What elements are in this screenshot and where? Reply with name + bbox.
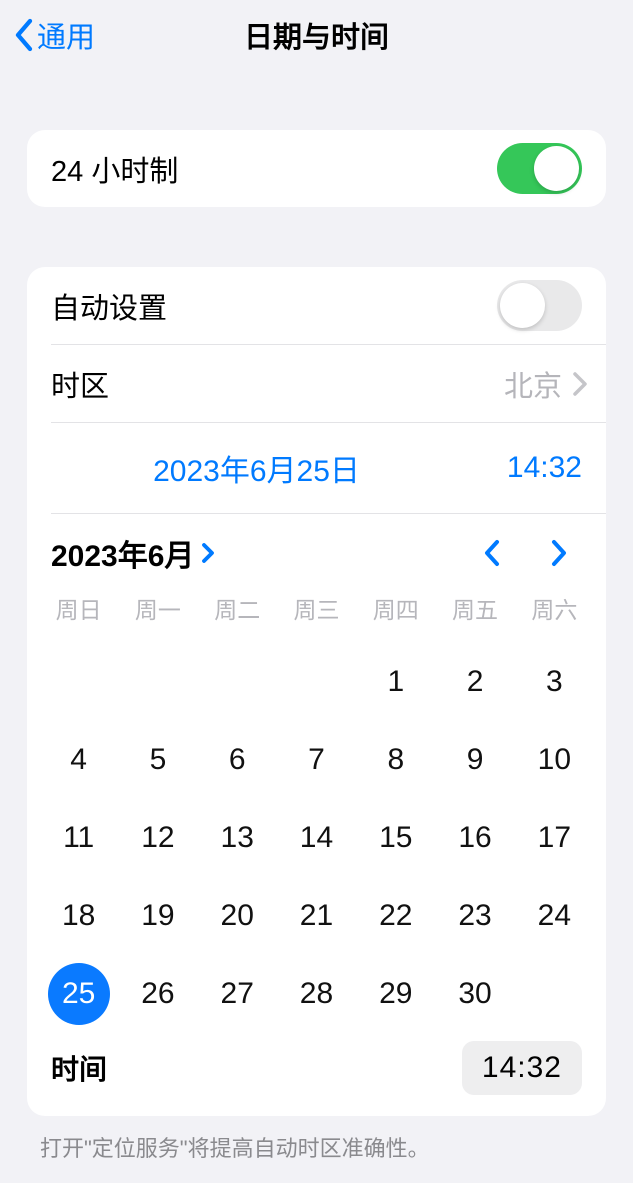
calendar-day[interactable]: 13 [198, 799, 277, 877]
day-empty [198, 643, 277, 721]
time-label: 时间 [51, 1048, 107, 1088]
calendar-day[interactable]: 10 [515, 721, 594, 799]
weekday-header: 周日 [39, 591, 118, 625]
calendar-day[interactable]: 18 [39, 877, 118, 955]
calendar-day[interactable]: 21 [277, 877, 356, 955]
24hour-label: 24 小时制 [51, 148, 178, 190]
calendar-day[interactable]: 26 [118, 955, 197, 1033]
calendar-day[interactable]: 28 [277, 955, 356, 1033]
calendar-day[interactable]: 11 [39, 799, 118, 877]
calendar-day[interactable]: 7 [277, 721, 356, 799]
weekday-header: 周二 [198, 591, 277, 625]
calendar-day[interactable]: 12 [118, 799, 197, 877]
calendar-day[interactable]: 16 [435, 799, 514, 877]
calendar-day[interactable]: 17 [515, 799, 594, 877]
calendar-day[interactable]: 14 [277, 799, 356, 877]
weekday-header: 周一 [118, 591, 197, 625]
calendar-day[interactable]: 25 [39, 955, 118, 1033]
day-empty [39, 643, 118, 721]
calendar-day[interactable]: 6 [198, 721, 277, 799]
day-empty [118, 643, 197, 721]
month-picker[interactable]: 2023年6月 [51, 531, 216, 575]
timezone-value: 北京 [504, 363, 562, 405]
chevron-left-icon [482, 538, 502, 568]
back-label: 通用 [37, 14, 95, 56]
calendar-day[interactable]: 3 [515, 643, 594, 721]
next-month-button[interactable] [535, 531, 582, 575]
calendar-day[interactable]: 27 [198, 955, 277, 1033]
back-button[interactable]: 通用 [0, 14, 95, 56]
calendar-day[interactable]: 29 [356, 955, 435, 1033]
calendar-day[interactable]: 1 [356, 643, 435, 721]
weekday-header: 周三 [277, 591, 356, 625]
calendar-day[interactable]: 30 [435, 955, 514, 1033]
calendar-day[interactable]: 9 [435, 721, 514, 799]
chevron-right-icon [201, 542, 216, 564]
calendar-day[interactable]: 24 [515, 877, 594, 955]
24hour-toggle[interactable] [497, 143, 582, 194]
timezone-label: 时区 [51, 363, 109, 405]
calendar-day[interactable]: 19 [118, 877, 197, 955]
calendar-day[interactable]: 5 [118, 721, 197, 799]
prev-month-button[interactable] [468, 531, 515, 575]
chevron-left-icon [13, 18, 34, 52]
calendar-day[interactable]: 22 [356, 877, 435, 955]
chevron-right-icon [549, 538, 569, 568]
weekday-header: 周五 [435, 591, 514, 625]
selected-time-display[interactable]: 14:32 [462, 451, 582, 485]
chevron-right-icon [572, 371, 588, 397]
footer-note: 打开"定位服务"将提高自动时区准确性。 [0, 1116, 633, 1163]
calendar-day[interactable]: 15 [356, 799, 435, 877]
page-title: 日期与时间 [244, 14, 389, 56]
day-empty [277, 643, 356, 721]
calendar-day[interactable]: 8 [356, 721, 435, 799]
calendar-day[interactable]: 2 [435, 643, 514, 721]
timezone-row[interactable]: 时区 北京 [27, 345, 606, 422]
month-label: 2023年6月 [51, 531, 194, 575]
weekday-header: 周四 [356, 591, 435, 625]
calendar-day[interactable]: 23 [435, 877, 514, 955]
time-picker[interactable]: 14:32 [462, 1041, 582, 1095]
autoset-toggle[interactable] [497, 280, 582, 331]
autoset-label: 自动设置 [51, 285, 167, 327]
weekday-header: 周六 [515, 591, 594, 625]
calendar-day[interactable]: 4 [39, 721, 118, 799]
calendar-day[interactable]: 20 [198, 877, 277, 955]
selected-date-display[interactable]: 2023年6月25日 [51, 446, 462, 490]
